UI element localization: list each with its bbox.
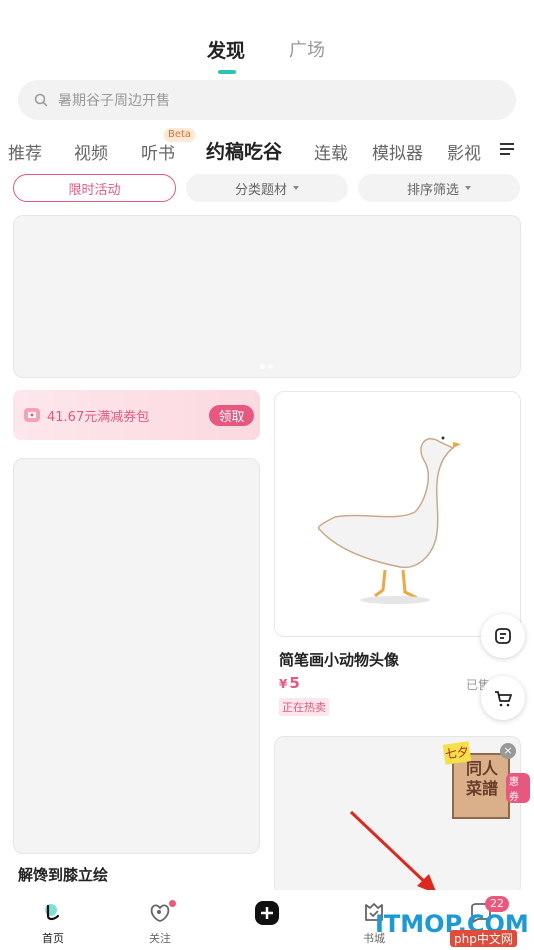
category-simulator[interactable]: 模拟器: [372, 139, 423, 164]
goose-illustration: [318, 436, 461, 604]
filter-category-label: 分类题材: [234, 182, 287, 198]
nav-follow-label: 关注: [149, 932, 171, 945]
filter-row: 限时活动 分类题材 排序筛选: [0, 174, 534, 202]
category-serial[interactable]: 连载: [314, 139, 348, 164]
arrow-annotation: [349, 810, 437, 894]
promo-title: 同人菜譜: [465, 759, 498, 798]
category-film[interactable]: 影视: [447, 139, 481, 164]
coupon-banner[interactable]: 41.67元满减券包 领取: [13, 390, 260, 440]
nav-home-label: 首页: [42, 932, 64, 945]
carousel-dot: [260, 364, 265, 369]
product-title-left[interactable]: 解馋到膝立绘: [18, 864, 108, 885]
currency-symbol: ¥: [279, 677, 288, 691]
filter-sort[interactable]: 排序筛选: [358, 174, 520, 202]
category-tabs: 推荐 视频 听书 约稿吃谷 连载 模拟器 影视: [0, 136, 534, 166]
search-placeholder: 暑期谷子周边开售: [58, 93, 170, 109]
product-card-right[interactable]: [274, 391, 521, 637]
product-card-left[interactable]: [13, 458, 260, 854]
add-icon: [255, 901, 279, 925]
follow-icon: [150, 904, 170, 922]
menu-icon[interactable]: [500, 142, 516, 156]
filter-limited-label: 限时活动: [68, 182, 121, 198]
carousel-dot: [268, 364, 273, 369]
nav-add[interactable]: [237, 890, 297, 950]
chat-button[interactable]: [481, 614, 525, 658]
banner-carousel[interactable]: [13, 215, 521, 378]
chat-icon: [495, 628, 511, 644]
search-input[interactable]: 暑期谷子周边开售: [18, 80, 516, 120]
coupon-icon: [24, 408, 40, 422]
category-commission[interactable]: 约稿吃谷: [206, 137, 282, 164]
filter-category[interactable]: 分类题材: [186, 174, 348, 202]
cart-icon: [495, 691, 512, 707]
product-title-right[interactable]: 简笔画小动物头像: [279, 649, 399, 670]
cart-button[interactable]: [481, 676, 525, 720]
chevron-down-icon: [465, 186, 471, 190]
promo-tag: 七夕: [442, 741, 472, 765]
promo-label: 惠券: [506, 773, 530, 803]
category-audiobook[interactable]: 听书: [141, 139, 175, 164]
chevron-down-icon: [293, 186, 299, 190]
search-icon: [34, 93, 48, 107]
nav-follow[interactable]: 关注: [130, 890, 190, 950]
filter-limited-activity[interactable]: 限时活动: [13, 174, 176, 202]
carousel-dots: [260, 364, 273, 369]
claim-coupon-button[interactable]: 领取: [209, 405, 254, 426]
price-value: 5: [289, 674, 300, 692]
home-icon: [45, 904, 60, 921]
tab-indicator: [218, 70, 236, 74]
close-icon[interactable]: ×: [500, 743, 516, 759]
notification-dot: [169, 900, 176, 907]
promo-sticker[interactable]: 同人菜譜 七夕 × 惠券: [442, 741, 530, 821]
watermark-php: php中文网: [450, 930, 517, 947]
category-video[interactable]: 视频: [74, 139, 108, 164]
beta-badge: Beta: [164, 128, 196, 142]
coupon-text: 41.67元满减券包: [47, 410, 150, 425]
top-tabs: 发现 广场: [0, 36, 534, 76]
product-price: ¥5: [279, 674, 300, 692]
nav-home[interactable]: 首页: [23, 890, 83, 950]
hot-badge: 正在热卖: [279, 698, 329, 716]
tab-discover[interactable]: 发现: [207, 36, 245, 63]
tab-square[interactable]: 广场: [289, 36, 325, 62]
filter-sort-label: 排序筛选: [406, 182, 459, 198]
category-recommend[interactable]: 推荐: [8, 139, 42, 164]
